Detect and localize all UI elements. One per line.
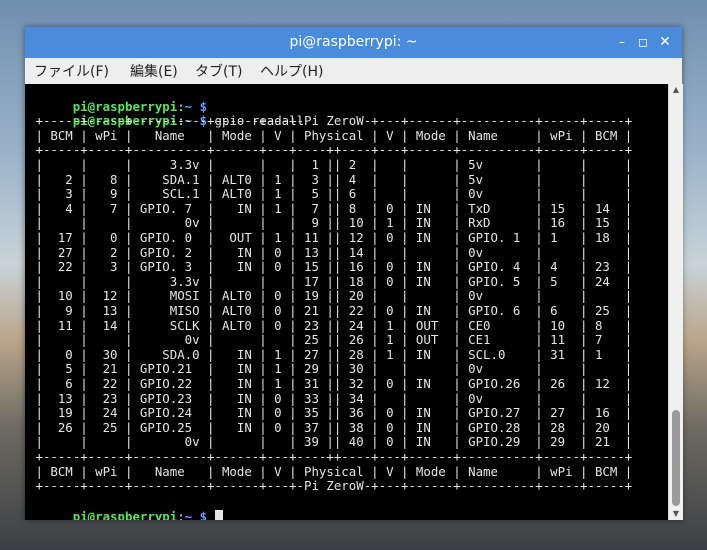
output-line: | | | 0v | | | 39 || 40 | 0 | IN | GPIO.… bbox=[28, 434, 633, 450]
output-line: | 6 | 22 | GPIO.22 | IN | 1 | 31 || 32 |… bbox=[28, 376, 633, 391]
terminal-area[interactable]: pi@raspberrypi:~ $ pi@raspberrypi:~ $ gp… bbox=[25, 84, 668, 520]
output-line: | 19 | 24 | GPIO.24 | IN | 0 | 35 || 36 … bbox=[28, 405, 633, 421]
scroll-down-icon[interactable]: ▼ bbox=[669, 508, 683, 520]
output-line: | BCM | wPi | Name | Mode | V | Physical… bbox=[28, 127, 633, 143]
prompt-user-host: pi@raspberrypi bbox=[72, 509, 178, 520]
menu-help[interactable]: ヘルプ(H) bbox=[260, 61, 323, 81]
window-title: pi@raspberrypi: ~ bbox=[289, 34, 418, 50]
output-line: | 11 | 14 | SCLK | ALT0 | 0 | 23 || 24 |… bbox=[28, 317, 633, 333]
menu-tabs[interactable]: タブ(T) bbox=[195, 61, 242, 81]
output-line: | 22 | 3 | GPIO. 3 | IN | 0 | 15 || 16 |… bbox=[28, 259, 633, 275]
output-line: +-----+-----+----------+------+---+----+… bbox=[28, 142, 633, 158]
terminal-window: pi@raspberrypi: ~ – ◻ ✕ ファイル(F) 編集(E) タブ… bbox=[25, 27, 683, 520]
output-line: | 26 | 25 | GPIO.25 | IN | 0 | 37 || 38 … bbox=[28, 419, 633, 435]
minimize-button[interactable]: – bbox=[612, 32, 632, 52]
active-prompt-line: pi@raspberrypi:~ $ bbox=[28, 496, 223, 520]
menu-edit[interactable]: 編集(E) bbox=[130, 61, 178, 81]
output-line: +-----+-----+----------+------+---+----+… bbox=[28, 449, 633, 464]
output-line: | BCM | wPi | Name | Mode | V | Physical… bbox=[28, 463, 633, 479]
output-line: | 13 | 23 | GPIO.23 | IN | 0 | 33 || 34 … bbox=[28, 390, 633, 406]
cursor-space bbox=[207, 509, 214, 520]
output-line: | 27 | 2 | GPIO. 2 | IN | 0 | 13 || 14 |… bbox=[28, 244, 633, 260]
output-line: | 4 | 7 | GPIO. 7 | IN | 1 | 7 || 8 | 0 … bbox=[28, 200, 633, 216]
output-line: | 3 | 9 | SCL.1 | ALT0 | 1 | 5 || 6 | | … bbox=[28, 186, 633, 202]
output-line: | | | 0v | | | 9 || 10 | 1 | IN | RxD | … bbox=[28, 215, 633, 231]
output-line: +-----+-----+----------+------+---+-Pi Z… bbox=[28, 113, 633, 129]
scroll-up-icon[interactable]: ▲ bbox=[669, 84, 683, 96]
close-button[interactable]: ✕ bbox=[655, 32, 675, 52]
output-line: | | | 3.3v | | | 17 || 18 | 0 | IN | GPI… bbox=[28, 273, 633, 289]
prompt-symbol: $ bbox=[192, 509, 208, 520]
maximize-button[interactable]: ◻ bbox=[633, 32, 653, 52]
output-line: | 0 | 30 | SDA.0 | IN | 1 | 27 || 28 | 1… bbox=[28, 346, 633, 362]
output-line: +-----+-----+----------+------+---+-Pi Z… bbox=[28, 478, 633, 494]
output-line: | 2 | 8 | SDA.1 | ALT0 | 1 | 3 || 4 | | … bbox=[28, 171, 633, 187]
prompt-separator: : bbox=[177, 509, 185, 520]
output-line: | | | 0v | | | 25 || 26 | 1 | OUT | CE1 … bbox=[28, 332, 633, 348]
output-line: | 10 | 12 | MOSI | ALT0 | 0 | 19 || 20 |… bbox=[28, 288, 633, 304]
output-line: | 9 | 13 | MISO | ALT0 | 0 | 21 || 22 | … bbox=[28, 303, 633, 318]
menu-bar: ファイル(F) 編集(E) タブ(T) ヘルプ(H) bbox=[25, 58, 682, 85]
output-line: | 5 | 21 | GPIO.21 | IN | 1 | 29 || 30 |… bbox=[28, 361, 633, 377]
vertical-scrollbar[interactable]: ▲ ▼ bbox=[668, 84, 683, 520]
menu-file[interactable]: ファイル(F) bbox=[34, 61, 109, 81]
output-line: | 17 | 0 | GPIO. 0 | OUT | 1 | 11 || 12 … bbox=[28, 230, 633, 245]
scrollbar-thumb[interactable] bbox=[672, 410, 680, 506]
output-line: | | | 3.3v | | | 1 || 2 | | | 5v | | | bbox=[28, 157, 633, 172]
title-bar[interactable]: pi@raspberrypi: ~ – ◻ ✕ bbox=[25, 27, 682, 58]
text-cursor bbox=[214, 510, 223, 520]
